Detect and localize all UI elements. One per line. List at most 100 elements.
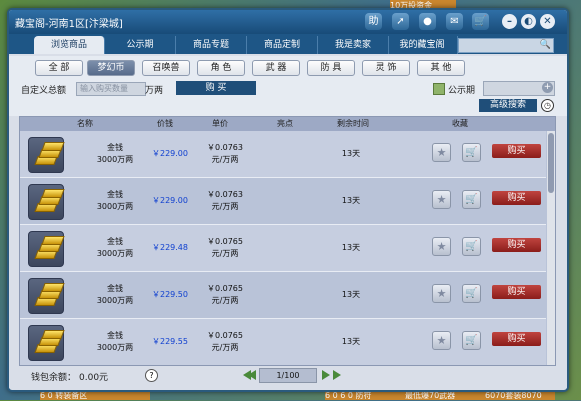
gold-bars-icon xyxy=(28,231,65,267)
gold-bars-icon xyxy=(28,278,65,314)
category-characters[interactable]: 角 色 xyxy=(197,60,245,76)
tab-search-input[interactable]: 🔍 xyxy=(458,38,554,53)
tab-public-period[interactable]: 公示期 xyxy=(105,36,176,54)
favorite-star-icon[interactable]: ★ xyxy=(432,143,451,162)
advanced-search-button[interactable]: 高级搜索 xyxy=(479,99,537,112)
item-price: ￥229.48 xyxy=(152,243,188,252)
custom-buy-button[interactable]: 购 买 xyxy=(176,81,256,95)
header-time-left: 剩余时间 xyxy=(337,119,369,128)
tab-my-pavilion[interactable]: 我的藏宝阁 xyxy=(387,36,458,54)
category-weapons[interactable]: 武 器 xyxy=(252,60,300,76)
item-name: 金钱 xyxy=(107,143,123,152)
gold-bars-icon xyxy=(28,137,65,173)
item-unit-price: ￥0.0765 xyxy=(207,284,243,293)
cart-icon[interactable]: 🛒 xyxy=(472,13,489,30)
category-other[interactable]: 其 他 xyxy=(417,60,465,76)
unit-label: 万两 xyxy=(145,86,164,96)
last-page-icon[interactable] xyxy=(331,369,343,381)
item-name: 金钱 xyxy=(107,237,123,246)
tab-seller[interactable]: 我是卖家 xyxy=(318,36,389,54)
next-page-icon[interactable] xyxy=(321,369,331,381)
public-period-select[interactable]: + xyxy=(483,81,555,96)
item-unit-price: ￥0.0765 xyxy=(207,331,243,340)
table-row[interactable]: 金钱 3000万两 ￥229.00 ￥0.0763 元/万两 13天 ★ 🛒 购… xyxy=(20,178,546,224)
item-amount: 3000万两 xyxy=(96,249,134,258)
scrollbar-thumb[interactable] xyxy=(548,133,554,193)
quantity-input[interactable]: 输入购买数量 xyxy=(76,82,146,96)
clock-icon[interactable]: ◷ xyxy=(541,99,554,112)
table-header: 名称 价钱 单价 亮点 剩余时间 收藏 xyxy=(20,117,555,131)
header-name: 名称 xyxy=(77,119,93,128)
listing-table: 名称 价钱 单价 亮点 剩余时间 收藏 金钱 3000万两 ￥229.00 ￥0… xyxy=(19,116,556,366)
favorite-star-icon[interactable]: ★ xyxy=(432,237,451,256)
header-unit-price: 单价 xyxy=(212,119,228,128)
category-accessories[interactable]: 灵 饰 xyxy=(362,60,410,76)
chat-icon[interactable]: ✉ xyxy=(446,13,463,30)
prev-page-icon[interactable] xyxy=(247,369,257,381)
category-currency[interactable]: 梦幻币 xyxy=(87,60,135,76)
window-title: 藏宝阁-河南1区[汴梁城] xyxy=(15,19,123,30)
item-time-left: 13天 xyxy=(341,337,361,346)
table-scrollbar[interactable] xyxy=(547,131,555,365)
header-favorite: 收藏 xyxy=(452,119,468,128)
buy-button[interactable]: 购买 xyxy=(492,144,541,158)
item-amount: 3000万两 xyxy=(96,343,134,352)
table-row[interactable]: 金钱 3000万两 ￥229.00 ￥0.0763 元/万两 13天 ★ 🛒 购… xyxy=(20,131,546,177)
favorite-star-icon[interactable]: ★ xyxy=(432,331,451,350)
tab-topics[interactable]: 商品专题 xyxy=(176,36,247,54)
wallet-label: 钱包余额： xyxy=(31,373,77,383)
favorite-star-icon[interactable]: ★ xyxy=(432,190,451,209)
add-to-cart-icon[interactable]: 🛒 xyxy=(462,237,481,256)
add-to-cart-icon[interactable]: 🛒 xyxy=(462,143,481,162)
public-period-checkbox[interactable] xyxy=(433,83,445,95)
header-highlight: 亮点 xyxy=(277,119,293,128)
item-unit-suffix: 元/万两 xyxy=(211,155,239,164)
item-name: 金钱 xyxy=(107,331,123,340)
item-unit-suffix: 元/万两 xyxy=(211,202,239,211)
tab-browse[interactable]: 浏览商品 xyxy=(34,36,105,54)
category-all[interactable]: 全 部 xyxy=(35,60,83,76)
settings-icon[interactable]: ● xyxy=(419,13,436,30)
item-time-left: 13天 xyxy=(341,290,361,299)
gold-bars-icon xyxy=(28,325,65,361)
table-row[interactable]: 金钱 3000万两 ￥229.50 ￥0.0765 元/万两 13天 ★ 🛒 购… xyxy=(20,272,546,318)
buy-button[interactable]: 购买 xyxy=(492,332,541,346)
wallet-balance: 0.00元 xyxy=(79,373,109,383)
buy-button[interactable]: 购买 xyxy=(492,191,541,205)
item-unit-suffix: 元/万两 xyxy=(211,296,239,305)
restore-icon[interactable]: ◐ xyxy=(521,14,536,29)
item-price: ￥229.00 xyxy=(152,149,188,158)
help-button[interactable]: 助 xyxy=(365,13,382,30)
item-amount: 3000万两 xyxy=(96,155,134,164)
search-icon[interactable]: 🔍 xyxy=(540,40,551,50)
item-name: 金钱 xyxy=(107,190,123,199)
treasure-pavilion-window: 藏宝阁-河南1区[汴梁城] 助 ➚ ● ✉ 🛒 – ◐ ✕ 浏览商品 公示期 商… xyxy=(7,8,569,392)
help-icon[interactable]: ? xyxy=(145,369,158,382)
title-bar[interactable]: 藏宝阁-河南1区[汴梁城] 助 ➚ ● ✉ 🛒 – ◐ ✕ xyxy=(9,10,567,34)
add-to-cart-icon[interactable]: 🛒 xyxy=(462,331,481,350)
plus-icon[interactable]: + xyxy=(542,82,553,93)
footer: 钱包余额： 0.00元 ? 1/100 xyxy=(9,366,567,388)
close-icon[interactable]: ✕ xyxy=(540,14,555,29)
gold-bars-icon xyxy=(28,184,65,220)
custom-total-label: 自定义总额 xyxy=(21,86,67,96)
category-armor[interactable]: 防 具 xyxy=(307,60,355,76)
buy-button[interactable]: 购买 xyxy=(492,285,541,299)
filter-row: 自定义总额 输入购买数量 万两 购 买 公示期 + 高级搜索 ◷ xyxy=(9,80,567,116)
table-row[interactable]: 金钱 3000万两 ￥229.55 ￥0.0765 元/万两 13天 ★ 🛒 购… xyxy=(20,319,546,365)
item-amount: 3000万两 xyxy=(96,296,134,305)
add-to-cart-icon[interactable]: 🛒 xyxy=(462,190,481,209)
buy-button[interactable]: 购买 xyxy=(492,238,541,252)
public-period-label: 公示期 xyxy=(448,86,476,96)
add-to-cart-icon[interactable]: 🛒 xyxy=(462,284,481,303)
item-unit-price: ￥0.0763 xyxy=(207,190,243,199)
table-row[interactable]: 金钱 3000万两 ￥229.48 ￥0.0765 元/万两 13天 ★ 🛒 购… xyxy=(20,225,546,271)
favorite-star-icon[interactable]: ★ xyxy=(432,284,451,303)
category-row: 全 部 梦幻币 召唤兽 角 色 武 器 防 具 灵 饰 其 他 xyxy=(9,56,567,80)
item-time-left: 13天 xyxy=(341,243,361,252)
tab-custom[interactable]: 商品定制 xyxy=(247,36,318,54)
category-pets[interactable]: 召唤兽 xyxy=(142,60,190,76)
item-unit-price: ￥0.0765 xyxy=(207,237,243,246)
minimize-icon[interactable]: – xyxy=(502,14,517,29)
pin-icon[interactable]: ➚ xyxy=(392,13,409,30)
